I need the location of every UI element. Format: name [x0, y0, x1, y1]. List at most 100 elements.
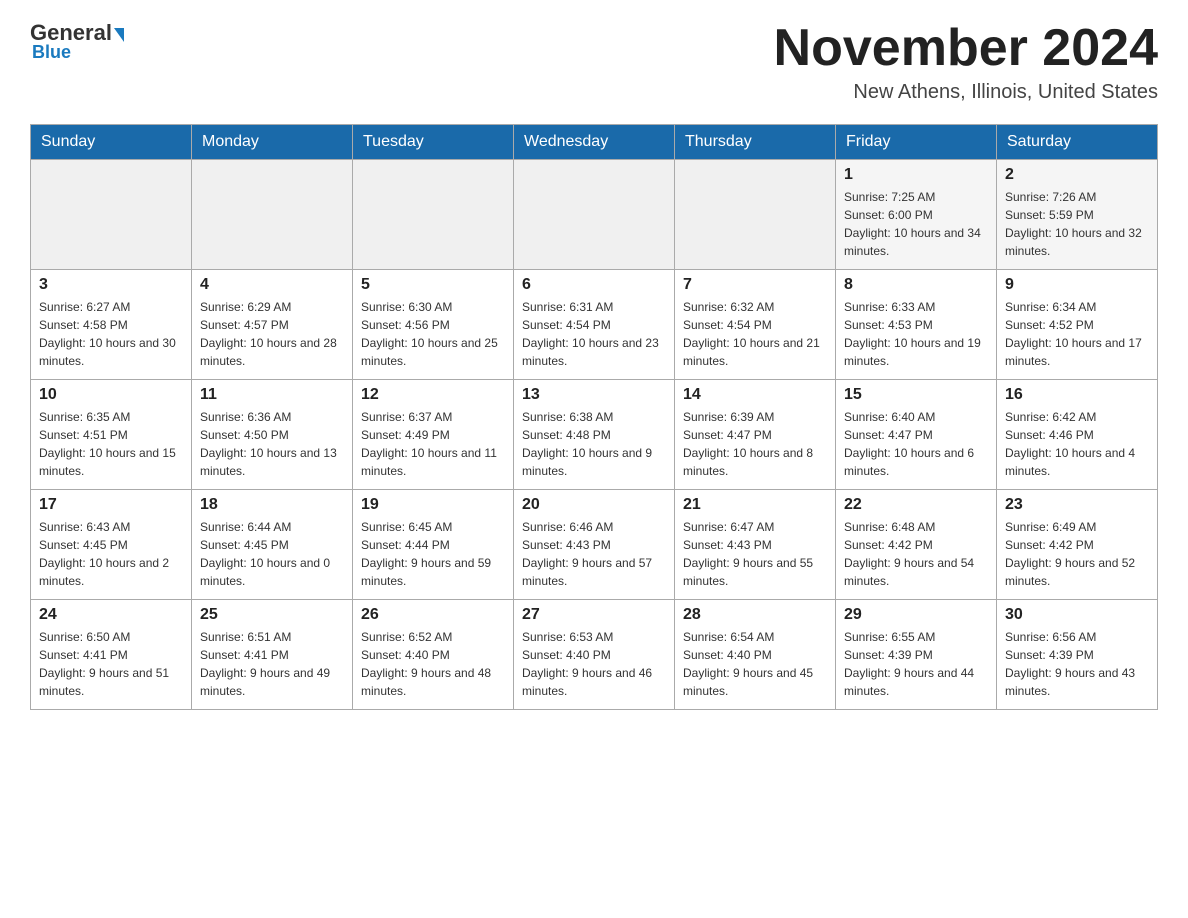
calendar-week-row: 24Sunrise: 6:50 AMSunset: 4:41 PMDayligh… — [31, 600, 1158, 710]
calendar-cell: 18Sunrise: 6:44 AMSunset: 4:45 PMDayligh… — [192, 490, 353, 600]
calendar-cell: 16 Sunrise: 6:42 AMSunset: 4:46 PMDayligh… — [997, 380, 1158, 490]
day-number: 19 — [361, 496, 505, 514]
day-number: 3 — [39, 276, 183, 294]
day-info: Sunrise: 6:54 AMSunset: 4:40 PMDaylight:… — [683, 628, 827, 700]
day-number: 6 — [522, 276, 666, 294]
calendar-cell — [514, 160, 675, 270]
calendar-day-header: Sunday — [31, 125, 192, 160]
day-info: Sunrise: 6:30 AMSunset: 4:56 PMDaylight:… — [361, 298, 505, 370]
calendar-cell: 9 Sunrise: 6:34 AMSunset: 4:52 PMDaylight… — [997, 270, 1158, 380]
calendar-cell: 21 Sunrise: 6:47 AMSunset: 4:43 PMDayligh… — [675, 490, 836, 600]
day-number: 9 — [1005, 276, 1149, 294]
calendar-cell: 1 Sunrise: 7:25 AMSunset: 6:00 PMDaylight… — [836, 160, 997, 270]
calendar-day-header: Tuesday — [353, 125, 514, 160]
calendar-week-row: 17 Sunrise: 6:43 AMSunset: 4:45 PMDayligh… — [31, 490, 1158, 600]
day-info: Sunrise: 6:51 AMSunset: 4:41 PMDaylight:… — [200, 628, 344, 700]
day-info: Sunrise: 7:25 AMSunset: 6:00 PMDaylight:… — [844, 188, 988, 260]
calendar-day-header: Saturday — [997, 125, 1158, 160]
title-section: November 2024 New Athens, Illinois, Unit… — [774, 20, 1158, 104]
day-info: Sunrise: 6:47 AMSunset: 4:43 PMDaylight:… — [683, 518, 827, 590]
calendar-week-row: 1 Sunrise: 7:25 AMSunset: 6:00 PMDaylight… — [31, 160, 1158, 270]
day-number: 24 — [39, 606, 183, 624]
day-info: Sunrise: 6:48 AMSunset: 4:42 PMDaylight:… — [844, 518, 988, 590]
day-info: Sunrise: 6:32 AMSunset: 4:54 PMDaylight:… — [683, 298, 827, 370]
calendar-cell: 26Sunrise: 6:52 AMSunset: 4:40 PMDayligh… — [353, 600, 514, 710]
day-number: 12 — [361, 386, 505, 404]
day-info: Sunrise: 6:42 AMSunset: 4:46 PMDaylight:… — [1005, 408, 1149, 480]
day-number: 17 — [39, 496, 183, 514]
calendar-cell: 30 Sunrise: 6:56 AMSunset: 4:39 PMDayligh… — [997, 600, 1158, 710]
day-info: Sunrise: 6:45 AMSunset: 4:44 PMDaylight:… — [361, 518, 505, 590]
day-info: Sunrise: 6:52 AMSunset: 4:40 PMDaylight:… — [361, 628, 505, 700]
day-number: 21 — [683, 496, 827, 514]
day-number: 15 — [844, 386, 988, 404]
calendar-header-row: SundayMondayTuesdayWednesdayThursdayFrid… — [31, 125, 1158, 160]
day-info: Sunrise: 6:39 AMSunset: 4:47 PMDaylight:… — [683, 408, 827, 480]
day-info: Sunrise: 6:29 AMSunset: 4:57 PMDaylight:… — [200, 298, 344, 370]
calendar-cell — [31, 160, 192, 270]
calendar-cell: 20Sunrise: 6:46 AMSunset: 4:43 PMDayligh… — [514, 490, 675, 600]
calendar-cell: 27 Sunrise: 6:53 AMSunset: 4:40 PMDayligh… — [514, 600, 675, 710]
day-info: Sunrise: 6:56 AMSunset: 4:39 PMDaylight:… — [1005, 628, 1149, 700]
calendar-cell: 11Sunrise: 6:36 AMSunset: 4:50 PMDayligh… — [192, 380, 353, 490]
day-number: 5 — [361, 276, 505, 294]
logo-triangle-icon — [114, 28, 124, 42]
day-info: Sunrise: 6:43 AMSunset: 4:45 PMDaylight:… — [39, 518, 183, 590]
calendar-cell: 3 Sunrise: 6:27 AMSunset: 4:58 PMDaylight… — [31, 270, 192, 380]
calendar-week-row: 10 Sunrise: 6:35 AMSunset: 4:51 PMDayligh… — [31, 380, 1158, 490]
calendar-cell — [192, 160, 353, 270]
day-number: 14 — [683, 386, 827, 404]
location-title: New Athens, Illinois, United States — [774, 81, 1158, 104]
calendar-cell: 19 Sunrise: 6:45 AMSunset: 4:44 PMDayligh… — [353, 490, 514, 600]
page-header: General Blue November 2024 New Athens, I… — [30, 20, 1158, 104]
calendar-cell: 12 Sunrise: 6:37 AMSunset: 4:49 PMDayligh… — [353, 380, 514, 490]
calendar-day-header: Thursday — [675, 125, 836, 160]
day-info: Sunrise: 6:37 AMSunset: 4:49 PMDaylight:… — [361, 408, 505, 480]
calendar-cell: 13 Sunrise: 6:38 AMSunset: 4:48 PMDayligh… — [514, 380, 675, 490]
calendar-day-header: Wednesday — [514, 125, 675, 160]
day-number: 7 — [683, 276, 827, 294]
day-info: Sunrise: 6:31 AMSunset: 4:54 PMDaylight:… — [522, 298, 666, 370]
day-info: Sunrise: 6:38 AMSunset: 4:48 PMDaylight:… — [522, 408, 666, 480]
day-info: Sunrise: 6:46 AMSunset: 4:43 PMDaylight:… — [522, 518, 666, 590]
day-info: Sunrise: 6:36 AMSunset: 4:50 PMDaylight:… — [200, 408, 344, 480]
day-number: 25 — [200, 606, 344, 624]
calendar-cell: 22 Sunrise: 6:48 AMSunset: 4:42 PMDayligh… — [836, 490, 997, 600]
day-info: Sunrise: 6:27 AMSunset: 4:58 PMDaylight:… — [39, 298, 183, 370]
calendar-cell: 23Sunrise: 6:49 AMSunset: 4:42 PMDayligh… — [997, 490, 1158, 600]
calendar-week-row: 3 Sunrise: 6:27 AMSunset: 4:58 PMDaylight… — [31, 270, 1158, 380]
day-number: 4 — [200, 276, 344, 294]
calendar-cell — [353, 160, 514, 270]
calendar-cell: 4 Sunrise: 6:29 AMSunset: 4:57 PMDaylight… — [192, 270, 353, 380]
calendar-cell: 28 Sunrise: 6:54 AMSunset: 4:40 PMDayligh… — [675, 600, 836, 710]
day-info: Sunrise: 6:44 AMSunset: 4:45 PMDaylight:… — [200, 518, 344, 590]
day-info: Sunrise: 6:34 AMSunset: 4:52 PMDaylight:… — [1005, 298, 1149, 370]
calendar-cell: 29 Sunrise: 6:55 AMSunset: 4:39 PMDayligh… — [836, 600, 997, 710]
day-number: 10 — [39, 386, 183, 404]
day-number: 27 — [522, 606, 666, 624]
day-number: 1 — [844, 166, 988, 184]
day-number: 2 — [1005, 166, 1149, 184]
day-info: Sunrise: 6:53 AMSunset: 4:40 PMDaylight:… — [522, 628, 666, 700]
day-number: 13 — [522, 386, 666, 404]
day-info: Sunrise: 6:40 AMSunset: 4:47 PMDaylight:… — [844, 408, 988, 480]
day-info: Sunrise: 6:35 AMSunset: 4:51 PMDaylight:… — [39, 408, 183, 480]
day-number: 29 — [844, 606, 988, 624]
month-title: November 2024 — [774, 20, 1158, 77]
day-number: 16 — [1005, 386, 1149, 404]
day-number: 22 — [844, 496, 988, 514]
day-number: 23 — [1005, 496, 1149, 514]
calendar-cell: 6 Sunrise: 6:31 AMSunset: 4:54 PMDaylight… — [514, 270, 675, 380]
calendar-cell — [675, 160, 836, 270]
calendar-cell: 14 Sunrise: 6:39 AMSunset: 4:47 PMDayligh… — [675, 380, 836, 490]
day-number: 8 — [844, 276, 988, 294]
calendar-cell: 24Sunrise: 6:50 AMSunset: 4:41 PMDayligh… — [31, 600, 192, 710]
logo-blue: Blue — [32, 42, 71, 63]
calendar-day-header: Monday — [192, 125, 353, 160]
day-number: 28 — [683, 606, 827, 624]
calendar-day-header: Friday — [836, 125, 997, 160]
calendar-cell: 25 Sunrise: 6:51 AMSunset: 4:41 PMDayligh… — [192, 600, 353, 710]
day-number: 30 — [1005, 606, 1149, 624]
calendar-cell: 7 Sunrise: 6:32 AMSunset: 4:54 PMDaylight… — [675, 270, 836, 380]
day-info: Sunrise: 6:55 AMSunset: 4:39 PMDaylight:… — [844, 628, 988, 700]
